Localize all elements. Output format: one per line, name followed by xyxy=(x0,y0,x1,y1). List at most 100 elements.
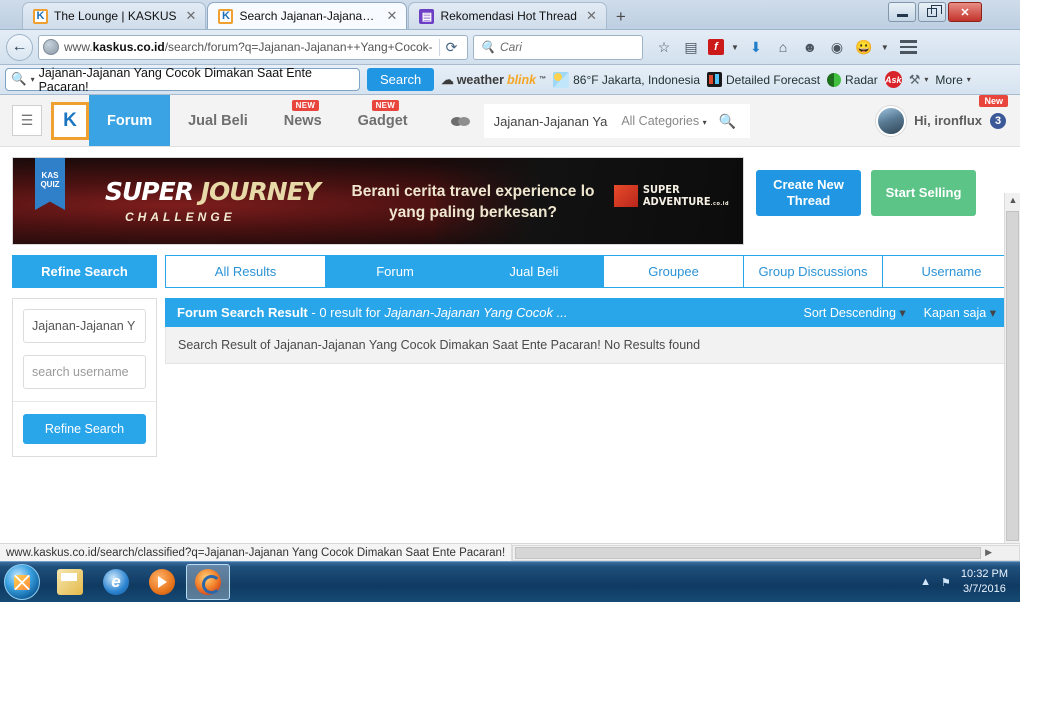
weatherblink-search-button[interactable]: Search xyxy=(367,68,435,91)
back-button[interactable]: ← xyxy=(6,33,33,61)
sponsor-logo: SUPER ADVENTURE.co.id xyxy=(613,184,729,207)
download-icon[interactable]: ⬇ xyxy=(746,37,766,57)
horizontal-scrollbar[interactable]: ▶ xyxy=(512,544,1020,561)
action-center-flag-icon[interactable]: ⚑ xyxy=(941,576,951,589)
browser-search-placeholder: Cari xyxy=(499,40,522,54)
category-select[interactable]: All Categories ▾ xyxy=(617,114,710,128)
tab-jual-beli[interactable]: Jual Beli xyxy=(464,255,603,288)
maximize-button[interactable] xyxy=(918,2,946,22)
close-icon[interactable]: ✕ xyxy=(583,10,600,23)
weatherblink-search-input[interactable]: 🔍 ▾ Jajanan-Jajanan Yang Cocok Dimakan S… xyxy=(5,65,360,94)
detailed-forecast-label: Detailed Forecast xyxy=(726,72,821,87)
clock-time: 10:32 PM xyxy=(960,568,1008,581)
nav-item-forum[interactable]: Forum xyxy=(89,95,171,146)
sponsor-text: SUPER ADVENTURE.co.id xyxy=(643,184,729,207)
chevron-down-icon[interactable]: ▾ xyxy=(31,75,35,84)
smiley-icon[interactable]: 😀 xyxy=(854,37,874,57)
weather-temperature[interactable]: 86°F Jakarta, Indonesia xyxy=(553,71,700,88)
system-tray: ▲ ⚑ 10:32 PM 3/7/2016 xyxy=(920,567,1020,597)
chevron-down-icon: ▾ xyxy=(899,306,906,320)
keyword-input[interactable]: Jajanan-Jajanan Y xyxy=(23,309,146,343)
internet-explorer-icon xyxy=(103,569,129,595)
chevron-down-icon[interactable]: ▼ xyxy=(881,43,889,52)
close-icon[interactable]: ✕ xyxy=(384,10,401,23)
site-menu-button[interactable]: ☰ xyxy=(12,105,42,136)
refine-search-button[interactable]: Refine Search xyxy=(23,414,146,444)
tab-all-results[interactable]: All Results xyxy=(165,255,325,288)
ask-link[interactable]: Ask xyxy=(884,71,902,88)
address-bar[interactable]: www.kaskus.co.id/search/forum?q=Jajanan-… xyxy=(38,34,468,60)
chat-icon[interactable]: ☻ xyxy=(800,37,820,57)
tab-username[interactable]: Username xyxy=(882,255,1020,288)
notification-badge[interactable]: 3 xyxy=(990,112,1006,129)
browser-tab-1[interactable]: K The Lounge | KASKUS ✕ xyxy=(22,2,207,29)
explorer-icon xyxy=(57,569,83,595)
flash-icon[interactable]: f xyxy=(708,39,724,55)
nav-item-gadget[interactable]: NEW Gadget xyxy=(340,95,426,146)
tools-menu[interactable]: ⚒ ▾ xyxy=(909,72,929,88)
sun-cloud-icon xyxy=(553,71,570,88)
browser-tab-title: Rekomendasi Hot Thread xyxy=(440,9,577,23)
browser-tab-2[interactable]: K Search Jajanan-Jajanan Ya... ✕ xyxy=(207,2,408,29)
tab-forum[interactable]: Forum xyxy=(325,255,464,288)
search-icon[interactable]: 🔍 xyxy=(711,113,750,130)
browser-tab-3[interactable]: ▤ Rekomendasi Hot Thread ✕ xyxy=(408,2,607,29)
super-journey-banner[interactable]: KAS QUIZ SUPER JOURNEY CHALLENGE Berani … xyxy=(12,157,744,245)
menu-icon[interactable] xyxy=(899,40,917,54)
chat-bubbles-icon[interactable] xyxy=(437,104,484,138)
scrollbar-thumb[interactable] xyxy=(515,546,981,559)
tab-group-discussions[interactable]: Group Discussions xyxy=(743,255,882,288)
close-window-button[interactable]: ✕ xyxy=(948,2,982,22)
taskbar-explorer[interactable] xyxy=(48,564,92,600)
create-new-thread-button[interactable]: Create New Thread xyxy=(756,170,861,216)
star-icon[interactable]: ☆ xyxy=(654,37,674,57)
reload-icon[interactable]: ⟳ xyxy=(439,38,463,56)
site-search-input[interactable]: Jajanan-Jajanan Ya xyxy=(484,114,618,129)
sort-dropdown[interactable]: Sort Descending ▾ xyxy=(803,305,905,320)
firefox-icon xyxy=(195,569,221,595)
page-vertical-scrollbar[interactable]: ▲ ▼ xyxy=(1004,193,1020,577)
tray-expand-icon[interactable]: ▲ xyxy=(920,576,931,588)
weatherblink-search-value: Jajanan-Jajanan Yang Cocok Dimakan Saat … xyxy=(38,65,312,94)
taskbar-media-player[interactable] xyxy=(140,564,184,600)
more-menu[interactable]: More ▾ xyxy=(935,73,970,87)
detailed-forecast-link[interactable]: Detailed Forecast xyxy=(707,72,820,87)
chevron-down-icon[interactable]: ▼ xyxy=(731,43,739,52)
home-icon[interactable]: ⌂ xyxy=(773,37,793,57)
browser-search-input[interactable]: 🔍 Cari xyxy=(473,34,643,60)
username-input[interactable]: search username xyxy=(23,355,146,389)
taskbar-firefox[interactable] xyxy=(186,564,230,600)
taskbar-internet-explorer[interactable] xyxy=(94,564,138,600)
media-player-icon xyxy=(149,569,175,595)
scrollbar-thumb[interactable] xyxy=(1006,211,1019,541)
weatherblink-logo[interactable]: ☁ weather blink ™ xyxy=(441,72,546,88)
kasquiz-line2: QUIZ xyxy=(40,180,60,190)
user-area[interactable]: New Hi, ironflux 3 xyxy=(876,95,1020,146)
kaskus-logo[interactable]: K xyxy=(51,102,89,140)
scroll-up-icon[interactable]: ▲ xyxy=(1005,195,1020,205)
minimize-button[interactable] xyxy=(888,2,916,22)
tab-groupee[interactable]: Groupee xyxy=(603,255,743,288)
clock[interactable]: 10:32 PM 3/7/2016 xyxy=(961,567,1008,597)
reader-icon[interactable]: ▤ xyxy=(681,37,701,57)
nav-item-news[interactable]: NEW News xyxy=(266,95,340,146)
start-button[interactable] xyxy=(4,564,40,600)
refine-search-header[interactable]: Refine Search xyxy=(12,255,157,288)
address-bar-text: www.kaskus.co.id/search/forum?q=Jajanan-… xyxy=(64,40,433,54)
close-icon[interactable]: ✕ xyxy=(183,10,200,23)
avatar[interactable] xyxy=(876,105,907,136)
results-empty-message: Search Result of Jajanan-Jajanan Yang Co… xyxy=(165,327,1008,364)
radar-link[interactable]: Radar xyxy=(827,72,878,87)
page-content: ☰ K Forum Jual Beli NEW News NEW Gadget … xyxy=(0,95,1020,577)
time-filter-dropdown[interactable]: Kapan saja ▾ xyxy=(924,305,996,320)
new-tab-button[interactable]: + xyxy=(608,5,634,29)
user-greeting: Hi, ironflux xyxy=(914,113,982,128)
nav-item-jual-beli[interactable]: Jual Beli xyxy=(170,95,266,146)
site-navigation: ☰ K Forum Jual Beli NEW News NEW Gadget … xyxy=(0,95,1020,147)
banner-copy-line2: yang paling berkesan? xyxy=(389,203,557,221)
status-bar: www.kaskus.co.id/search/classified?q=Jaj… xyxy=(0,543,1020,561)
start-selling-button[interactable]: Start Selling xyxy=(871,170,976,216)
movie-icon[interactable]: ◉ xyxy=(827,37,847,57)
status-bar-text: www.kaskus.co.id/search/classified?q=Jaj… xyxy=(0,544,513,561)
scroll-right-icon[interactable]: ▶ xyxy=(981,547,997,558)
